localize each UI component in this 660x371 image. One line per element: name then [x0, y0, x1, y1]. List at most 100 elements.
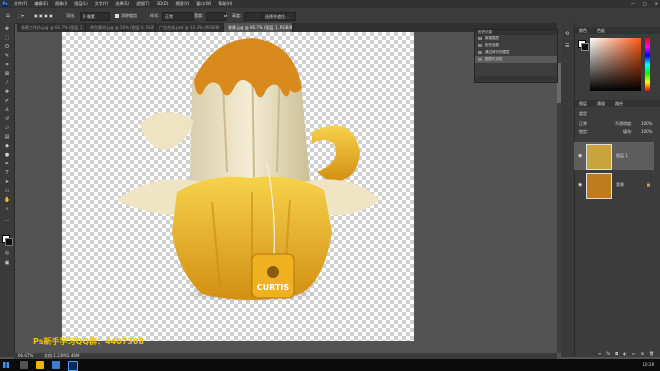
layer-name[interactable]: 背景 [616, 182, 624, 188]
tab-layers[interactable]: 图层 [579, 101, 587, 106]
layer-name[interactable]: 图层 1 [616, 153, 628, 159]
marquee-tool-icon[interactable]: ⬚ [4, 36, 10, 41]
menu-select[interactable]: 选择(S) [115, 0, 129, 8]
tab-paths[interactable]: 路径 [615, 101, 623, 106]
ps-logo-icon: Ps [2, 1, 8, 7]
gradient-tool-icon[interactable]: ▤ [4, 135, 10, 140]
color-picker-field[interactable] [590, 38, 641, 91]
close-icon[interactable]: ✕ [655, 0, 658, 8]
lasso-tool-icon[interactable]: ʘ [4, 45, 10, 50]
search-icon[interactable] [20, 361, 28, 369]
minimize-icon[interactable]: — [631, 0, 635, 8]
fx-icon[interactable]: fx [606, 351, 610, 356]
healing-tool-icon[interactable]: ✚ [4, 90, 10, 95]
document-canvas[interactable]: CURTIS [62, 32, 414, 341]
style-select[interactable]: 正常 [162, 12, 194, 21]
menu-file[interactable]: 文件(F) [14, 0, 27, 8]
type-tool-icon[interactable]: T [4, 171, 10, 176]
menu-3d[interactable]: 3D(D) [157, 0, 169, 8]
blend-mode-select[interactable]: 正常 [579, 121, 587, 127]
brush-tool-icon[interactable]: ✐ [4, 99, 10, 104]
trash-icon[interactable]: 🗑 [649, 351, 654, 356]
feather-input[interactable]: 0 像素 [80, 12, 110, 21]
eye-icon[interactable]: ◉ [578, 153, 582, 159]
swap-icon[interactable]: ⇄ [224, 12, 227, 19]
layer-filter-kind[interactable]: 类型 [579, 111, 587, 117]
menu-window[interactable]: 窗口(W) [196, 0, 211, 8]
crop-tool-icon[interactable]: ⌗ [4, 63, 10, 68]
marquee-tool-icon[interactable]: ⬚▾ [18, 12, 24, 19]
quick-select-tool-icon[interactable]: ✎ [4, 54, 10, 59]
link-icon[interactable]: ∞ [598, 351, 601, 356]
eye-icon[interactable]: ◉ [578, 182, 582, 188]
lock-label: 锁定: [579, 129, 589, 134]
more-tools-icon[interactable]: … [4, 218, 10, 223]
tab-swatches[interactable]: 色板 [597, 28, 605, 33]
clone-stamp-tool-icon[interactable]: ♙ [4, 108, 10, 113]
tab-document-3[interactable]: 广告合成.psd @ 33.3% (RGB/8) [155, 23, 224, 32]
menu-type[interactable]: 文字(Y) [95, 0, 109, 8]
menu-help[interactable]: 帮助(H) [218, 0, 232, 8]
background-color-picker[interactable] [581, 43, 589, 51]
properties-panel-icon[interactable]: ☰ [565, 43, 569, 49]
menu-edit[interactable]: 编辑(E) [34, 0, 48, 8]
eraser-tool-icon[interactable]: ▱ [4, 126, 10, 131]
mask-icon[interactable]: ◘ [615, 351, 618, 356]
home-icon[interactable]: ⌂ [6, 12, 10, 19]
tab-document-1[interactable]: 香蕉工作坊.jpg @ 66.7% (图层 1, RGB/8#) [17, 23, 86, 32]
history-item[interactable]: 通过拷贝的图层 [475, 49, 557, 56]
menu-view[interactable]: 视图(V) [175, 0, 189, 8]
history-step-icon [478, 44, 482, 47]
opacity-value[interactable]: 100% [641, 121, 652, 126]
quick-mask-icon[interactable]: ◎ [4, 251, 10, 256]
screen-mode-icon[interactable]: ▣ [4, 261, 10, 266]
panel-dock-strip: ⟲ ☰ [561, 23, 574, 357]
frame-tool-icon[interactable]: ⊠ [4, 72, 10, 77]
tab-color[interactable]: 颜色 [579, 28, 587, 33]
folder-icon[interactable]: ▭ [632, 351, 636, 356]
clock: 10:28 [642, 362, 654, 367]
dodge-tool-icon[interactable]: ● [4, 153, 10, 158]
shape-tool-icon[interactable]: ▭ [4, 189, 10, 194]
menu-filter[interactable]: 滤镜(T) [136, 0, 150, 8]
history-item-active[interactable]: 图层可见性 [475, 56, 557, 63]
browser-icon[interactable] [52, 361, 60, 369]
height-input[interactable] [244, 12, 264, 21]
move-tool-icon[interactable]: ✥ [4, 27, 10, 32]
width-input[interactable] [206, 12, 226, 21]
history-brush-tool-icon[interactable]: ↺ [4, 117, 10, 122]
zoom-tool-icon[interactable]: ⌕ [4, 207, 10, 212]
blur-tool-icon[interactable]: ◆ [4, 144, 10, 149]
history-item[interactable]: 矩形选框 [475, 42, 557, 49]
tools-panel: ✥ ⬚ ʘ ✎ ⌗ ⊠ ⁄ ✚ ✐ ♙ ↺ ▱ ▤ ◆ ● ✒ T ➤ ▭ ✋ … [0, 23, 15, 357]
photoshop-taskbar-icon[interactable] [68, 361, 78, 371]
tab-channels[interactable]: 通道 [597, 101, 605, 106]
eyedropper-tool-icon[interactable]: ⁄ [4, 81, 10, 86]
history-item[interactable]: 新建图层 [475, 35, 557, 42]
background-color-swatch[interactable] [5, 238, 13, 246]
history-panel-icon[interactable]: ⟲ [565, 31, 569, 37]
tab-document-4[interactable]: 香蕉.jpg @ 66.7% (图层 1, RGB/8#) [224, 23, 293, 32]
height-label: 高度: [232, 13, 242, 18]
selection-mode-icons[interactable]: ▣ ▣ ▣ ▣ [34, 12, 53, 19]
menu-layer[interactable]: 图层(L) [74, 0, 87, 8]
adjustment-icon[interactable]: ◐ [623, 351, 627, 356]
select-and-mask-button[interactable]: 选择并遮住... [262, 12, 296, 21]
tab-document-2[interactable]: 茶包素材.jpg @ 50% (图层 0, RGB/8#) [86, 23, 155, 32]
menu-bar: Ps 文件(F) 编辑(E) 图像(I) 图层(L) 文字(Y) 选择(S) 滤… [0, 0, 660, 8]
layer-thumbnail [586, 173, 612, 199]
maximize-icon[interactable]: □ [643, 0, 647, 8]
fill-value[interactable]: 100% [641, 129, 652, 134]
file-explorer-icon[interactable] [36, 361, 44, 369]
hand-tool-icon[interactable]: ✋ [4, 198, 10, 203]
windows-start-icon[interactable] [3, 362, 9, 368]
menu-image[interactable]: 图像(I) [55, 0, 67, 8]
path-select-tool-icon[interactable]: ➤ [4, 180, 10, 185]
antialias-checkbox[interactable]: 消除锯齿 [115, 12, 137, 19]
layer-row[interactable]: ◉ 背景 🔒 [574, 171, 654, 199]
pen-tool-icon[interactable]: ✒ [4, 162, 10, 167]
history-panel-footer [475, 76, 557, 82]
hue-slider[interactable] [645, 38, 650, 91]
new-layer-icon[interactable]: ⊞ [641, 351, 644, 356]
layer-row[interactable]: ◉ 图层 1 [574, 142, 654, 170]
